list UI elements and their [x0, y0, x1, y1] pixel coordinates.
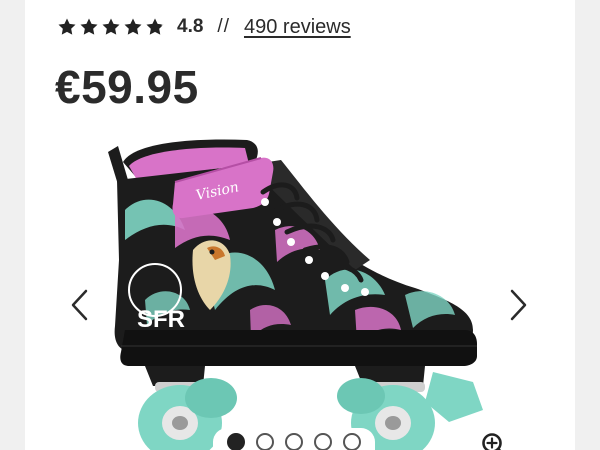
star-icon — [80, 18, 98, 35]
product-page: 4.8 // 490 reviews €59.95 Vision SFR — [0, 0, 600, 450]
gallery-dot[interactable] — [227, 433, 245, 450]
star-icon — [124, 18, 142, 35]
chevron-left-icon[interactable] — [65, 285, 95, 325]
gallery-pagination — [213, 428, 375, 450]
zoom-in-icon[interactable] — [481, 432, 507, 450]
reviews-link[interactable]: 490 reviews — [244, 16, 351, 39]
roller-skate-image: Vision SFR — [108, 139, 483, 450]
gallery-dot[interactable] — [285, 433, 303, 450]
rating-value: 4.8 — [177, 16, 204, 37]
product-price: €59.95 — [55, 61, 199, 113]
rating-separator: // — [217, 16, 230, 37]
svg-text:SFR: SFR — [137, 306, 185, 333]
star-icon — [102, 18, 120, 35]
star-icon — [58, 18, 76, 35]
star-rating — [57, 17, 167, 37]
product-image-gallery[interactable]: Vision SFR — [25, 120, 575, 450]
chevron-right-icon[interactable] — [503, 285, 533, 325]
rating-row: 4.8 // 490 reviews — [57, 14, 351, 40]
star-partial-icon — [146, 18, 164, 35]
gallery-dot[interactable] — [314, 433, 332, 450]
gallery-dot[interactable] — [343, 433, 361, 450]
gallery-dot[interactable] — [256, 433, 274, 450]
